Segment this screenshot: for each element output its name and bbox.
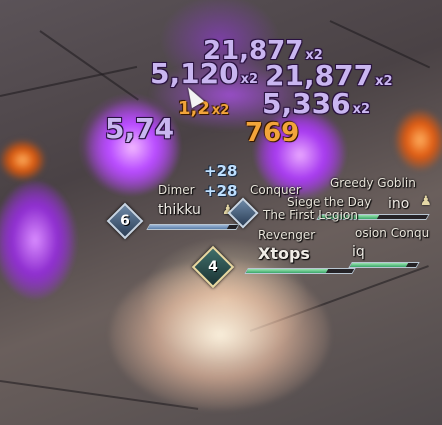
damage-number: 21,877 x2 xyxy=(265,59,393,92)
guild-name: Revenger xyxy=(258,228,316,242)
health-bar xyxy=(348,262,420,268)
party-member-icon: ♟ xyxy=(420,194,432,209)
damage-number: 5,74 xyxy=(105,112,175,145)
health-bar xyxy=(244,268,356,274)
health-bar xyxy=(146,224,240,230)
guild-name: Siege the Day xyxy=(287,195,372,209)
player-name: thikku xyxy=(158,202,201,218)
guild-name: Greedy Goblin xyxy=(330,176,416,190)
heal-number: +28 xyxy=(204,162,238,180)
purple-magic-orb xyxy=(0,180,75,300)
health-fill xyxy=(147,225,230,229)
damage-multiplier: x2 xyxy=(375,74,393,89)
explosion-effect xyxy=(110,260,330,410)
damage-multiplier: x2 xyxy=(211,103,230,118)
health-fill xyxy=(349,263,409,267)
heal-number: +28 xyxy=(204,182,238,200)
fire-effect xyxy=(395,110,442,170)
player-name: Xtops xyxy=(258,244,310,263)
fire-effect xyxy=(0,140,45,180)
floor-crack xyxy=(39,30,139,101)
guild-name: Dimer xyxy=(158,183,195,197)
damage-number: 5,336 x2 xyxy=(262,87,371,120)
player-level: 4 xyxy=(208,259,218,275)
player-level: 6 xyxy=(120,213,130,229)
guild-name: The First Legion xyxy=(263,208,358,222)
player-name: iq xyxy=(352,244,365,260)
damage-multiplier: x2 xyxy=(352,102,371,117)
floor-crack xyxy=(0,65,138,97)
damage-number: 5,120 x2 xyxy=(150,57,259,90)
guild-name: osion Conqu xyxy=(355,226,430,240)
crit-damage-number: 1,2 x2 xyxy=(178,98,230,119)
player-name: ino xyxy=(388,196,410,212)
damage-multiplier: x2 xyxy=(240,72,259,87)
crit-damage-number: 769 xyxy=(245,118,300,148)
health-fill xyxy=(245,269,328,273)
